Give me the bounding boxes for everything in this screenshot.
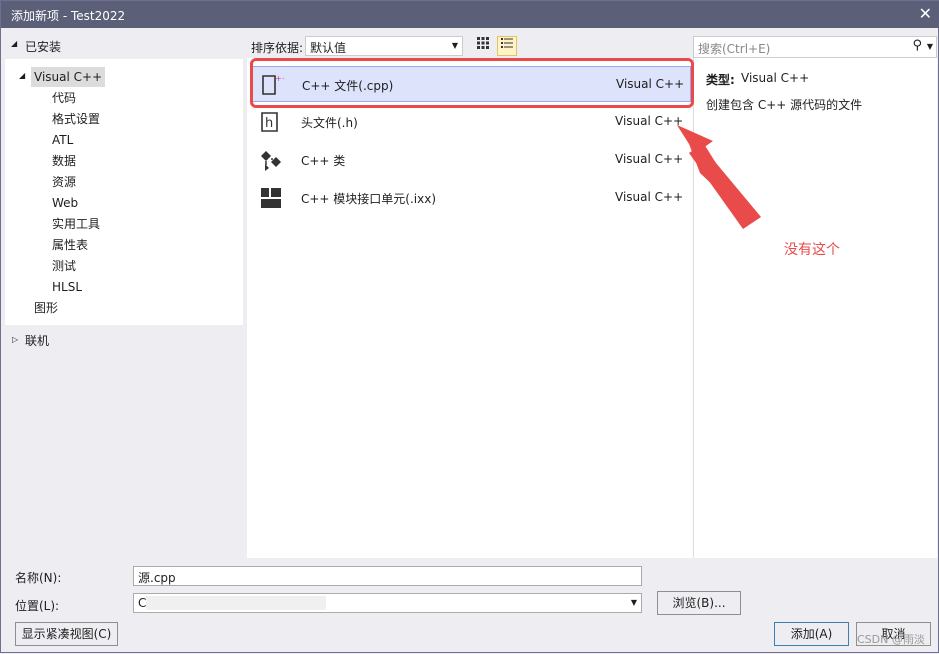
template-language: Visual C++ — [615, 152, 684, 166]
category-tree: ◢ Visual C++ 代码 格式设置 ATL 数据 资源 Web 实用工具 … — [5, 59, 243, 325]
window-title: 添加新项 - Test2022 — [11, 9, 126, 23]
tree-item-web[interactable]: Web — [52, 193, 78, 213]
add-button[interactable]: 添加(A) — [774, 622, 849, 646]
template-name: 头文件(.h) — [301, 116, 358, 130]
type-value: Visual C++ — [741, 71, 810, 85]
svg-text:h: h — [265, 116, 273, 131]
search-placeholder: 搜索(Ctrl+E) — [698, 42, 771, 56]
search-options-arrow-icon[interactable]: ▼ — [927, 42, 933, 51]
expanded-triangle-icon: ◢ — [11, 39, 18, 48]
type-label: 类型: — [706, 73, 735, 87]
sort-value: 默认值 — [310, 41, 347, 55]
sort-toolbar: 排序依据: 默认值 ▼ — [247, 35, 691, 57]
template-description: 创建包含 C++ 源代码的文件 — [706, 98, 863, 112]
details-panel: 类型: Visual C++ 创建包含 C++ 源代码的文件 — [693, 58, 937, 558]
list-view-icon — [501, 38, 513, 48]
tree-item-code[interactable]: 代码 — [52, 88, 76, 108]
module-interface-icon — [261, 188, 281, 208]
dropdown-arrow-icon: ▼ — [451, 41, 458, 50]
close-icon[interactable]: ✕ — [919, 4, 932, 23]
name-label: 名称(N): — [15, 571, 62, 585]
template-row-module-interface[interactable]: C++ 模块接口单元(.ixx) Visual C++ — [251, 180, 691, 216]
watermark: CSDN @雨淡 — [857, 633, 925, 646]
installed-label: 已安装 — [25, 40, 62, 54]
template-row-header-file[interactable]: h 头文件(.h) Visual C++ — [251, 104, 691, 140]
search-box[interactable]: 搜索(Ctrl+E) ⚲ ▼ — [693, 36, 937, 58]
installed-header[interactable]: ◢ 已安装 — [5, 31, 243, 59]
online-header[interactable]: ▷ 联机 — [5, 329, 243, 351]
compact-view-button[interactable]: 显示紧凑视图(C) — [15, 622, 118, 646]
tree-item-property-sheets[interactable]: 属性表 — [52, 235, 88, 255]
template-name: C++ 类 — [301, 154, 346, 168]
template-language: Visual C++ — [616, 77, 685, 91]
template-row-cpp-class[interactable]: C++ 类 Visual C++ — [251, 142, 691, 178]
tree-item-graphics[interactable]: 图形 — [34, 298, 58, 318]
expanded-triangle-icon[interactable]: ◢ — [19, 71, 25, 80]
template-list: ++ C++ 文件(.cpp) Visual C++ h 头文件(.h) Vis… — [247, 58, 693, 558]
title-bar: 添加新项 - Test2022 ✕ — [1, 1, 939, 28]
search-icon[interactable]: ⚲ — [912, 38, 922, 53]
list-view-button[interactable] — [497, 36, 517, 56]
dropdown-arrow-icon: ▼ — [630, 598, 637, 607]
grid-view-button[interactable] — [473, 36, 493, 56]
location-dropdown[interactable]: C ▼ — [133, 593, 642, 613]
template-row-cpp-file[interactable]: ++ C++ 文件(.cpp) Visual C++ — [251, 66, 691, 102]
online-label: 联机 — [25, 334, 50, 348]
tree-item-atl[interactable]: ATL — [52, 130, 73, 150]
template-category-panel: ◢ 已安装 ◢ Visual C++ 代码 格式设置 ATL 数据 资源 Web… — [5, 31, 243, 557]
add-new-item-dialog: 添加新项 - Test2022 ✕ ◢ 已安装 ◢ Visual C++ 代码 … — [0, 0, 939, 653]
sort-dropdown[interactable]: 默认值 ▼ — [305, 36, 463, 56]
sort-label: 排序依据: — [251, 41, 304, 55]
header-file-icon: h — [261, 112, 278, 132]
cpp-file-icon: ++ — [262, 74, 284, 95]
tree-item-hlsl[interactable]: HLSL — [52, 277, 82, 297]
tree-item-test[interactable]: 测试 — [52, 256, 76, 276]
template-language: Visual C++ — [615, 114, 684, 128]
collapsed-triangle-icon: ▷ — [12, 335, 19, 344]
cpp-class-icon — [261, 151, 281, 171]
tree-item-formatting[interactable]: 格式设置 — [52, 109, 100, 129]
location-label: 位置(L): — [15, 599, 60, 613]
name-input[interactable]: 源.cpp — [133, 566, 642, 586]
redacted-path — [146, 596, 326, 610]
tree-item-data[interactable]: 数据 — [52, 151, 76, 171]
tree-item-utility[interactable]: 实用工具 — [52, 214, 100, 234]
template-name: C++ 模块接口单元(.ixx) — [301, 192, 437, 206]
browse-button[interactable]: 浏览(B)... — [657, 591, 741, 615]
tree-item-visual-cpp[interactable]: Visual C++ — [31, 67, 106, 87]
svg-text:++: ++ — [275, 74, 284, 83]
template-name: C++ 文件(.cpp) — [302, 79, 394, 93]
grid-view-icon — [477, 37, 489, 49]
template-language: Visual C++ — [615, 190, 684, 204]
tree-item-resource[interactable]: 资源 — [52, 172, 76, 192]
annotation-text: 没有这个 — [784, 242, 840, 258]
